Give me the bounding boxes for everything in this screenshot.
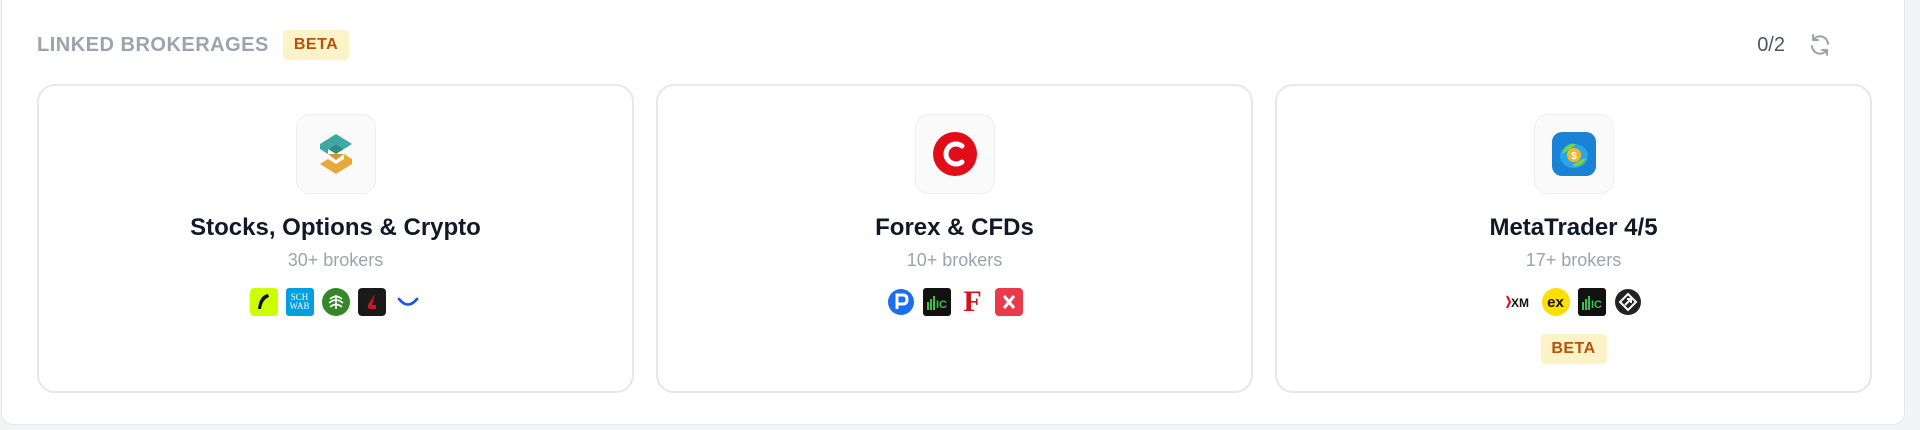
- card-stocks-options-crypto[interactable]: Stocks, Options & Crypto 30+ brokers SCH…: [37, 84, 634, 393]
- ctrader-logo-icon: [914, 114, 995, 194]
- linked-count: 0/2: [1757, 33, 1785, 56]
- card-beta-badge: BETA: [1540, 334, 1607, 364]
- card-metatrader[interactable]: $ MetaTrader 4/5 17+ brokers XM ex IC BE…: [1275, 84, 1872, 393]
- exness-icon: ex: [1541, 288, 1570, 316]
- fxtm-icon: [994, 288, 1023, 316]
- section-title: LINKED BROKERAGES: [37, 33, 269, 56]
- fxpro-icon: [1614, 288, 1642, 316]
- card-title: Forex & CFDs: [875, 214, 1034, 241]
- panel-header: LINKED BROKERAGES BETA: [37, 30, 350, 60]
- robinhood-icon: [249, 288, 278, 316]
- interactive-brokers-icon: [357, 288, 386, 316]
- pepperstone-icon: [887, 288, 915, 316]
- card-subtitle: 30+ brokers: [287, 250, 384, 270]
- coinbase-icon: [394, 288, 422, 316]
- svg-text:$: $: [1571, 151, 1577, 162]
- card-title: Stocks, Options & Crypto: [190, 214, 481, 241]
- fxcm-icon: F: [963, 288, 982, 316]
- xm-icon: XM: [1505, 288, 1534, 316]
- svg-text:IC: IC: [1591, 299, 1602, 311]
- fidelity-icon: [321, 288, 350, 316]
- ic-markets-icon: IC: [922, 288, 951, 316]
- svg-text:XM: XM: [1511, 296, 1529, 310]
- broker-icons: IC F: [658, 288, 1251, 316]
- broker-icons: XM ex IC: [1277, 288, 1870, 316]
- snaptrade-logo-icon: [295, 114, 376, 194]
- brokerage-cards: Stocks, Options & Crypto 30+ brokers SCH…: [37, 84, 1872, 393]
- card-subtitle: 10+ brokers: [906, 250, 1003, 270]
- header-actions: 0/2: [1757, 30, 1835, 60]
- broker-icons: SCH WAB: [39, 288, 632, 316]
- beta-badge: BETA: [282, 30, 350, 60]
- linked-brokerages-panel: LINKED BROKERAGES BETA 0/2 Stocks, Optio…: [1, 0, 1905, 425]
- card-title: MetaTrader 4/5: [1489, 214, 1658, 241]
- card-subtitle: 17+ brokers: [1525, 250, 1622, 270]
- schwab-icon: SCH WAB: [285, 288, 314, 316]
- refresh-icon: [1811, 34, 1829, 56]
- metatrader-logo-icon: $: [1533, 114, 1614, 194]
- card-forex-cfds[interactable]: Forex & CFDs 10+ brokers IC F: [656, 84, 1253, 393]
- svg-text:IC: IC: [936, 299, 947, 311]
- refresh-button[interactable]: [1805, 30, 1835, 60]
- ic-markets-icon: IC: [1577, 288, 1606, 316]
